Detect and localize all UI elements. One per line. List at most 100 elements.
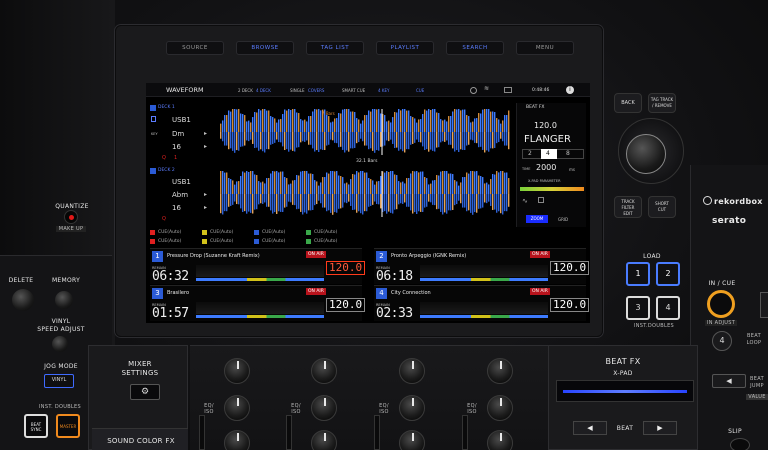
fx-xpad-bar[interactable] [520,187,584,191]
beat-left-button[interactable]: ◀ [573,421,607,435]
overview-waveform[interactable] [196,265,324,277]
waveform-bar [424,109,426,132]
deck2-beatjump-arrow[interactable]: ▸ [204,204,207,211]
search-button[interactable]: SEARCH [446,41,504,55]
overview-waveform[interactable] [420,265,548,277]
tab-4deck[interactable]: 4 DECK [256,88,271,93]
cue-button-partial[interactable] [760,292,768,318]
waveform-bar [376,109,378,132]
waveform-bar [352,111,354,132]
in-cue-button[interactable] [707,290,735,318]
deck1-waveform[interactable] [220,109,510,155]
deck1-key-arrow[interactable]: ▸ [204,130,207,137]
fx-beat-4[interactable]: 4 [546,150,550,157]
vinyl-speed-knob[interactable] [52,336,68,352]
hot-cue-label[interactable]: CUE(Auto) [262,230,285,235]
tab-covers[interactable]: COVERS [308,88,324,93]
load-button-1[interactable]: 1 [626,262,650,286]
load-button-3[interactable]: 3 [626,296,650,320]
fx-beat-8[interactable]: 8 [566,150,570,157]
short-cut-button[interactable]: SHORT CUT [648,196,676,218]
player-panel-deck-3[interactable]: 3 Brasilero ON AIR REMAIN 01:57 120.0 [150,285,366,321]
waveform-bar [222,120,224,132]
player-panel-deck-2[interactable]: 2 Pronto Arpeggio (IGNK Remix) ON AIR RE… [374,248,590,284]
tab-2deck[interactable]: 2 DECK [238,88,253,93]
hot-cue-label[interactable]: CUE(Auto) [314,239,337,244]
channel-3-knob-1[interactable] [399,358,425,384]
touch-display[interactable]: WAVEFORM 2 DECK 4 DECK SINGLE COVERS SMA… [146,83,590,323]
waveform-bar [310,194,312,211]
beat-right-button[interactable]: ▶ [643,421,677,435]
quantize-button[interactable] [64,210,78,224]
delete-button[interactable] [12,289,34,311]
tag-track-button[interactable]: TAG TRACK / REMOVE [648,93,676,113]
hot-cue-label[interactable]: CUE(Auto) [262,239,285,244]
waveform-bar [388,194,390,212]
waveform-bar [500,171,502,194]
hot-cue-label[interactable]: CUE(Auto) [210,239,233,244]
load-button-2[interactable]: 2 [656,262,680,286]
waveform-bar [456,181,458,194]
tab-smart-cue[interactable]: SMART CUE [342,88,365,93]
waveform-bar [444,119,446,132]
track-filter-button[interactable]: TRACK FILTER EDIT [614,196,642,218]
load-button-4[interactable]: 4 [656,296,680,320]
hot-cue-label[interactable]: CUE(Auto) [314,230,337,235]
overview-waveform[interactable] [420,302,548,314]
channel-2-knob-2[interactable] [311,395,337,421]
bpm-display: 120.0 [550,298,590,312]
back-button[interactable]: BACK [614,93,642,113]
slip-button[interactable] [730,438,750,450]
info-icon[interactable]: i [566,86,574,94]
waveform-bar [374,132,376,153]
waveform-bar [298,194,300,209]
overview-waveform[interactable] [196,302,324,314]
tab-single[interactable]: SINGLE [290,88,305,93]
waveform-bar [436,175,438,194]
channel-2-knob-1[interactable] [311,358,337,384]
player-panel-deck-1[interactable]: 1 Pressure Drop (Suzanne Kraft Remix) ON… [150,248,366,284]
zoom-button[interactable]: ZOOM [526,215,548,223]
beat-jump-back-button[interactable]: ◀ [712,374,746,388]
channel-4-knob-2[interactable] [487,395,513,421]
beat-sync-button[interactable]: BEAT SYNC [24,414,48,438]
fx-beat-2[interactable]: 2 [528,150,532,157]
hot-cue-label[interactable]: CUE(Auto) [210,230,233,235]
deck2-waveform[interactable] [220,171,510,217]
hot-cue-list[interactable]: CUE(Auto) CUE(Auto) CUE(Auto) CUE(Auto) CUE(… [150,230,586,248]
memory-button[interactable] [55,291,73,309]
deck1-beatjump-arrow[interactable]: ▸ [204,143,207,150]
hot-cue-label[interactable]: CUE(Auto) [158,239,181,244]
tab-cue[interactable]: CUE [416,88,424,93]
grid-button[interactable]: GRID [558,217,568,222]
gear-icon[interactable]: ⚙ [130,384,160,400]
tab-4key[interactable]: 4 KEY [378,88,389,93]
channel-3-knob-3[interactable] [399,430,425,450]
channel-1-knob-1[interactable] [224,358,250,384]
deck2-key-arrow[interactable]: ▸ [204,191,207,198]
menu-button[interactable]: MENU [516,41,574,55]
channel-4-knob-3[interactable] [487,430,513,450]
browse-button[interactable]: BROWSE [236,41,294,55]
source-button[interactable]: SOURCE [166,41,224,55]
waveform-bar [346,182,348,194]
channel-1-knob-3[interactable] [224,430,250,450]
player-panel-deck-4[interactable]: 4 City Connection ON AIR REMAIN 02:33 12… [374,285,590,321]
hot-cue-label[interactable]: CUE(Auto) [158,230,181,235]
channel-4-knob-1[interactable] [487,358,513,384]
waveform-bar [466,194,468,212]
vinyl-button[interactable]: VINYL [44,374,74,388]
channel-1-knob-2[interactable] [224,395,250,421]
waveform-bar [444,171,446,194]
channel-2-knob-3[interactable] [311,430,337,450]
tag-list-button[interactable]: TAG LIST [306,41,364,55]
waveform-bar [254,194,256,210]
playlist-button[interactable]: PLAYLIST [376,41,434,55]
waveform-bar [494,112,496,132]
loop-4-button[interactable]: 4 [712,331,732,351]
master-button[interactable]: MASTER [56,414,80,438]
waveform-bar [302,120,304,132]
xpad-touch-strip[interactable] [556,380,694,402]
rotary-selector-knob[interactable] [626,134,666,174]
channel-3-knob-2[interactable] [399,395,425,421]
